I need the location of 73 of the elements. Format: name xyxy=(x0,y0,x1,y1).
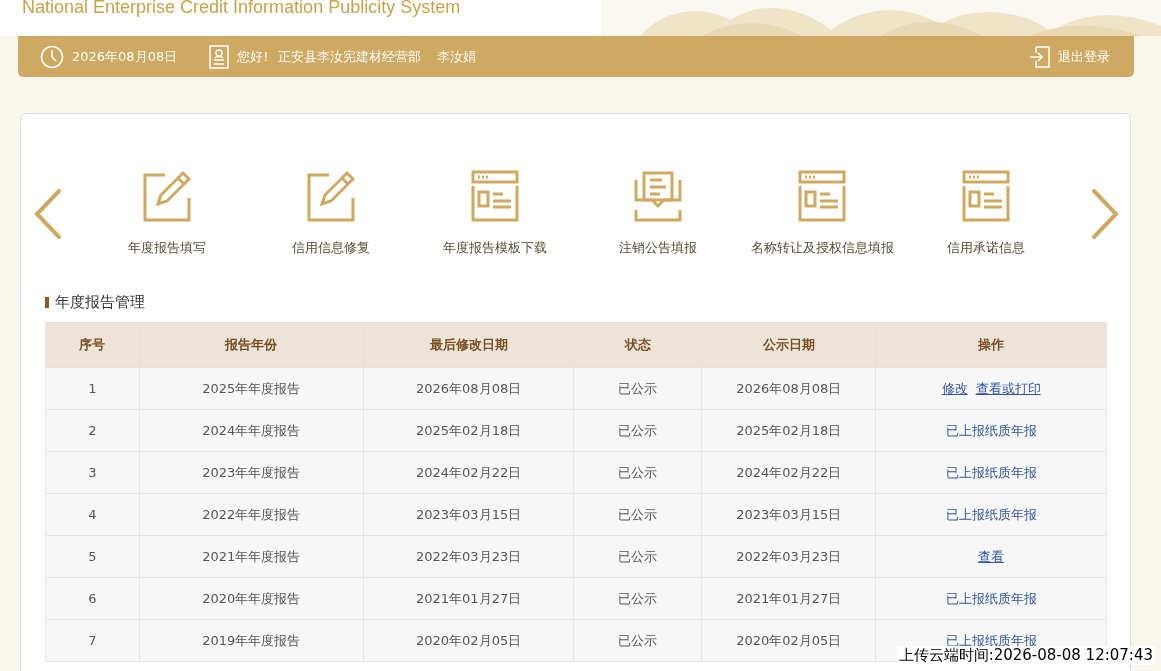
inbox-icon xyxy=(634,170,683,222)
table-cell: 2020年02月05日 xyxy=(701,619,876,662)
table-cell: 2025年02月18日 xyxy=(363,409,574,452)
table-cell: 已公示 xyxy=(574,493,702,536)
table-cell: 2021年01月27日 xyxy=(701,577,876,620)
action-link[interactable]: 查看或打印 xyxy=(975,380,1041,396)
table-cell: 2022年03月23日 xyxy=(701,535,876,578)
table-cell: 已公示 xyxy=(574,535,702,578)
edit-icon xyxy=(142,170,191,222)
table-cell: 5 xyxy=(45,535,140,578)
document-icon xyxy=(470,170,519,222)
shortcut-item[interactable]: 信用信息修复 xyxy=(250,170,411,257)
table-cell: 2023年年度报告 xyxy=(139,451,364,494)
table-cell: 2019年年度报告 xyxy=(139,619,364,662)
column-header: 序号 xyxy=(45,322,140,368)
table-cell: 2022年03月23日 xyxy=(363,535,574,578)
table-cell: 已公示 xyxy=(574,577,702,620)
paper-report-link[interactable]: 已上报纸质年报 xyxy=(945,506,1037,522)
section-title: 年度报告管理 xyxy=(55,293,145,312)
document-icon xyxy=(962,170,1011,222)
shortcut-item[interactable]: 注销公告填报 xyxy=(578,170,739,257)
table-cell: 6 xyxy=(45,577,140,620)
table-cell: 已公示 xyxy=(574,367,702,410)
table-cell: 2021年年度报告 xyxy=(139,535,364,578)
date-text: 2026年08月08日 xyxy=(72,47,178,66)
table-cell: 2024年02月22日 xyxy=(701,451,876,494)
column-header: 最后修改日期 xyxy=(363,322,574,368)
paper-report-link[interactable]: 已上报纸质年报 xyxy=(945,464,1037,480)
column-header: 报告年份 xyxy=(139,322,364,368)
table-cell: 2023年03月15日 xyxy=(701,493,876,536)
action-link[interactable]: 修改 xyxy=(941,380,968,396)
table-cell: 2025年年度报告 xyxy=(139,367,364,410)
shortcut-item[interactable]: 年度报告填写 xyxy=(86,170,247,257)
table-cell: 2021年01月27日 xyxy=(363,577,574,620)
column-header: 公示日期 xyxy=(701,322,876,368)
upload-time: 上传云端时间:2026-08-08 12:07:43 xyxy=(896,646,1155,665)
paper-report-link[interactable]: 已上报纸质年报 xyxy=(945,422,1037,438)
table-cell: 1 xyxy=(45,367,140,410)
shortcut-item[interactable]: 信用承诺信息 xyxy=(906,170,1067,257)
table-cell: 2025年02月18日 xyxy=(701,409,876,452)
previous-button[interactable] xyxy=(33,187,63,240)
shortcut-item[interactable]: 名称转让及授权信息填报 xyxy=(742,170,903,257)
logout-icon[interactable] xyxy=(1030,45,1050,68)
edit-icon xyxy=(306,170,355,222)
table-cell: 3 xyxy=(45,451,140,494)
shortcut-item[interactable]: 年度报告模板下载 xyxy=(414,170,575,257)
table-cell: 2026年08月08日 xyxy=(701,367,876,410)
clock-icon xyxy=(40,44,64,69)
user-name: 李汝娟 xyxy=(437,47,477,66)
table-cell: 2020年02月05日 xyxy=(363,619,574,662)
table-cell: 2022年年度报告 xyxy=(139,493,364,536)
table-cell: 2020年年度报告 xyxy=(139,577,364,620)
column-header: 操作 xyxy=(875,322,1107,368)
table-cell: 2 xyxy=(45,409,140,452)
table-cell: 2026年08月08日 xyxy=(363,367,574,410)
table-cell: 2024年年度报告 xyxy=(139,409,364,452)
paper-report-link[interactable]: 已上报纸质年报 xyxy=(945,632,1037,648)
table-cell: 2024年02月22日 xyxy=(363,451,574,494)
company-name: 正安县李汝宪建材经营部 xyxy=(278,47,422,66)
next-button[interactable] xyxy=(1090,187,1120,240)
table-cell: 已公示 xyxy=(574,619,702,662)
table-cell: 已公示 xyxy=(574,451,702,494)
table-cell: 已公示 xyxy=(574,409,702,452)
table-cell: 4 xyxy=(45,493,140,536)
column-header: 状态 xyxy=(574,322,702,368)
document-icon xyxy=(798,170,847,222)
action-link[interactable]: 查看 xyxy=(978,548,1005,564)
paper-report-link[interactable]: 已上报纸质年报 xyxy=(945,590,1037,606)
greeting-text: 您好! xyxy=(237,47,269,66)
site-title: National Enterprise Credit Information Publicity System xyxy=(22,0,461,18)
table-cell: 2023年03月15日 xyxy=(363,493,574,536)
id-card-icon xyxy=(209,44,230,69)
table-cell: 7 xyxy=(45,619,140,662)
